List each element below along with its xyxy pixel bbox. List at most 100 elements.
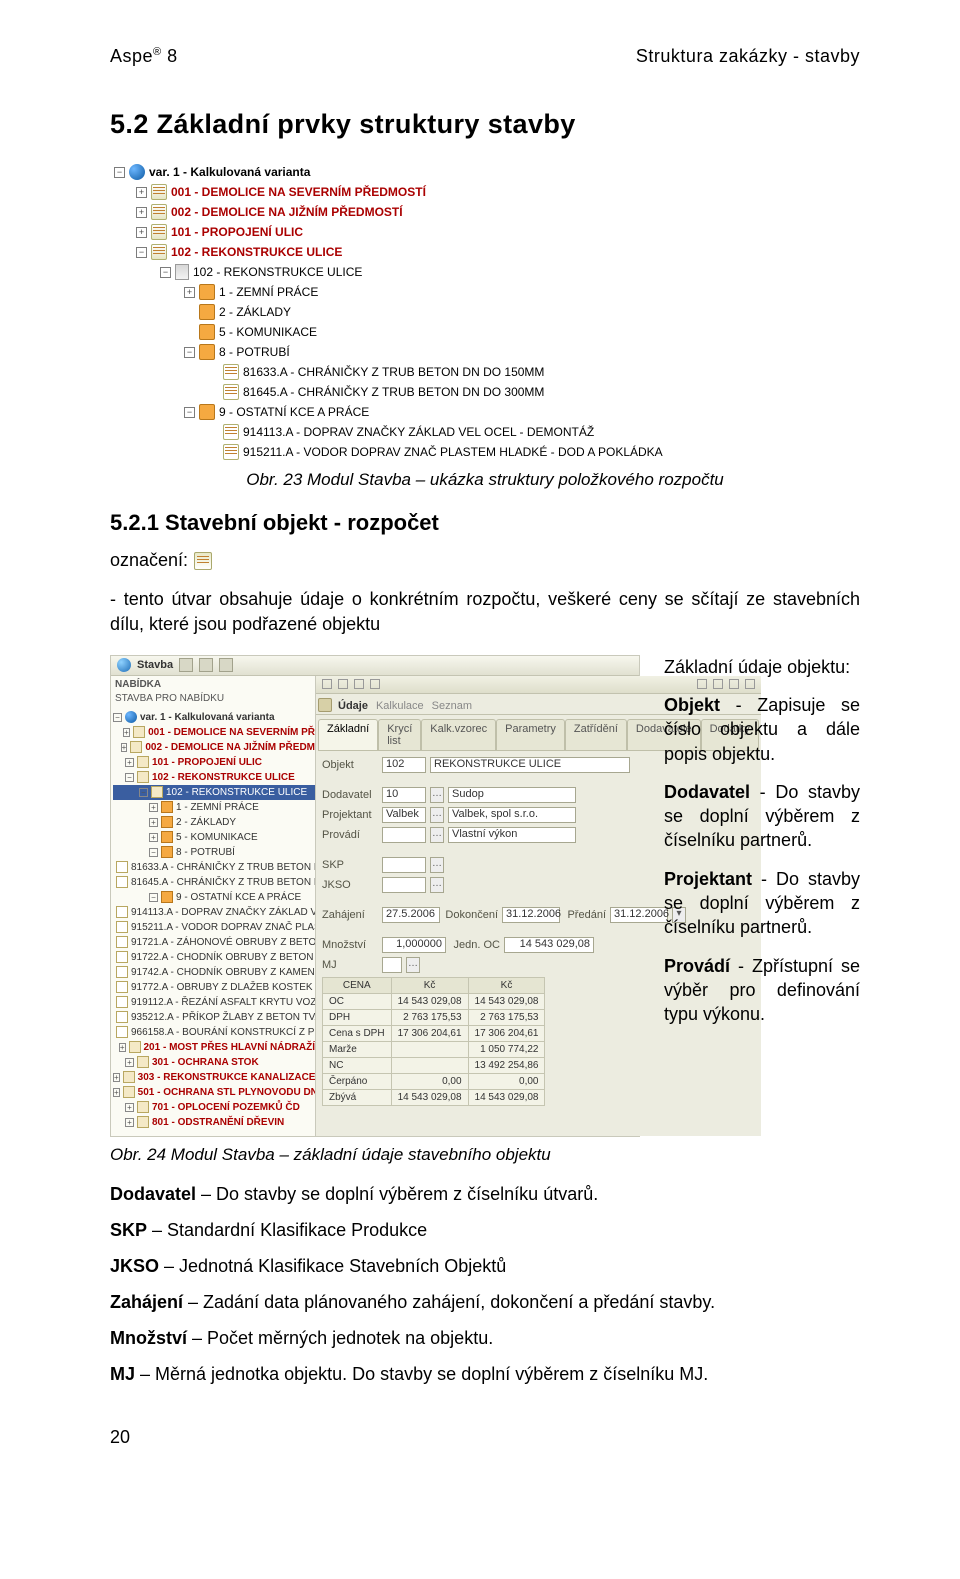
nav-tree-row[interactable]: 91772.A - OBRUBY Z DLAŽEB KOSTEK DR(	[113, 980, 315, 995]
mnozstvi-input[interactable]: 1,000000	[382, 937, 446, 953]
subtab[interactable]: Zatřídění	[565, 719, 627, 750]
expand-collapse-button[interactable]: +	[136, 227, 147, 238]
nav-first-icon[interactable]	[322, 679, 332, 689]
nav-tree-row[interactable]: 81633.A - CHRÁNIČKY Z TRUB BETON DN	[113, 860, 315, 875]
nav-last-icon[interactable]	[370, 679, 380, 689]
projektant-name-input[interactable]: Valbek, spol s.r.o.	[448, 807, 576, 823]
expand-collapse-button[interactable]: +	[125, 1118, 134, 1127]
tree-row[interactable]: 81633.A - CHRÁNIČKY Z TRUB BETON DN DO 1…	[114, 362, 860, 382]
nav-tree-row[interactable]: −102 - REKONSTRUKCE ULICE	[113, 785, 315, 800]
dodavatel-lookup-button[interactable]: …	[430, 787, 444, 803]
nav-tree-row[interactable]: −var. 1 - Kalkulovaná varianta	[113, 710, 315, 725]
nav-tree-row[interactable]: +101 - PROPOJENÍ ULIC	[113, 755, 315, 770]
tree-row[interactable]: +002 - DEMOLICE NA JIŽNÍM PŘEDMOSTÍ	[114, 202, 860, 222]
subtab[interactable]: Kalk.vzorec	[421, 719, 496, 750]
nav-tree-row[interactable]: +801 - ODSTRANĚNÍ DŘEVIN	[113, 1115, 315, 1130]
nav-tree-row[interactable]: 81645.A - CHRÁNIČKY Z TRUB BETON DN	[113, 875, 315, 890]
nav-prev-icon[interactable]	[338, 679, 348, 689]
nav-tree-row[interactable]: +501 - OCHRANA STL PLYNOVODU DN 200	[113, 1085, 315, 1100]
objekt-name-input[interactable]: REKONSTRUKCE ULICE	[430, 757, 630, 773]
expand-collapse-button[interactable]: +	[125, 1103, 134, 1112]
provadi-name-input[interactable]: Vlastní výkon	[448, 827, 576, 843]
provadi-lookup-button[interactable]: …	[430, 827, 444, 843]
predani-input[interactable]: 31.12.2006	[610, 907, 668, 923]
nav-tree-row[interactable]: −9 - OSTATNÍ KCE A PRÁCE	[113, 890, 315, 905]
expand-collapse-button[interactable]: +	[125, 758, 134, 767]
tree-row[interactable]: +1 - ZEMNÍ PRÁCE	[114, 282, 860, 302]
expand-collapse-button[interactable]: +	[149, 833, 158, 842]
jedn-oc-input[interactable]: 14 543 029,08	[504, 937, 594, 953]
expand-collapse-button[interactable]: −	[184, 407, 195, 418]
nav-tree-row[interactable]: 919112.A - ŘEZÁNÍ ASFALT KRYTU VOZOV	[113, 995, 315, 1010]
nav-tree-row[interactable]: 935212.A - PŘÍKOP ŽLABY Z BETON TVAR	[113, 1010, 315, 1025]
mj-input[interactable]	[382, 957, 402, 973]
subtab[interactable]: Krycí list	[378, 719, 421, 750]
expand-collapse-button[interactable]: +	[149, 803, 158, 812]
tab-kalkulace[interactable]: Kalkulace	[376, 700, 424, 712]
expand-collapse-button[interactable]: +	[113, 1088, 120, 1097]
jkso-lookup-button[interactable]: …	[430, 877, 444, 893]
nav-tree-row[interactable]: +201 - MOST PŘES HLAVNÍ NÁDRAŽÍ	[113, 1040, 315, 1055]
nav-tree-row[interactable]: 915211.A - VODOR DOPRAV ZNAČ PLASTE	[113, 920, 315, 935]
provadi-code-input[interactable]	[382, 827, 426, 843]
skp-lookup-button[interactable]: …	[430, 857, 444, 873]
expand-collapse-button[interactable]: −	[184, 347, 195, 358]
dodavatel-name-input[interactable]: Sudop	[448, 787, 576, 803]
nav-tree-row[interactable]: +002 - DEMOLICE NA JIŽNÍM PŘEDM	[113, 740, 315, 755]
tree-row[interactable]: 915211.A - VODOR DOPRAV ZNAČ PLASTEM HLA…	[114, 442, 860, 462]
tree-row[interactable]: 2 - ZÁKLADY	[114, 302, 860, 322]
nav-tree-row[interactable]: 966158.A - BOURÁNÍ KONSTRUKCÍ Z PROS	[113, 1025, 315, 1040]
dodavatel-code-input[interactable]: 10	[382, 787, 426, 803]
tree-row[interactable]: 5 - KOMUNIKACE	[114, 322, 860, 342]
tree-row[interactable]: −102 - REKONSTRUKCE ULICE	[114, 262, 860, 282]
expand-collapse-button[interactable]: −	[149, 848, 158, 857]
tree-row[interactable]: −8 - POTRUBÍ	[114, 342, 860, 362]
tab-udaje[interactable]: Údaje	[338, 700, 368, 712]
toolbar-btn[interactable]	[219, 658, 233, 672]
nav-tree-row[interactable]: 91721.A - ZÁHONOVÉ OBRUBY Z BETON O	[113, 935, 315, 950]
expand-collapse-button[interactable]: −	[136, 247, 147, 258]
expand-collapse-button[interactable]: −	[114, 167, 125, 178]
mj-lookup-button[interactable]: …	[406, 957, 420, 973]
nav-tree-row[interactable]: +2 - ZÁKLADY	[113, 815, 315, 830]
tree-row[interactable]: 81645.A - CHRÁNIČKY Z TRUB BETON DN DO 3…	[114, 382, 860, 402]
nav-tree-row[interactable]: −8 - POTRUBÍ	[113, 845, 315, 860]
expand-collapse-button[interactable]: −	[113, 713, 122, 722]
tree-row[interactable]: +101 - PROPOJENÍ ULIC	[114, 222, 860, 242]
expand-collapse-button[interactable]: +	[136, 207, 147, 218]
toolbar-btn[interactable]	[199, 658, 213, 672]
nav-tree[interactable]: −var. 1 - Kalkulovaná varianta+001 - DEM…	[111, 708, 315, 1136]
toolbar-btn[interactable]	[179, 658, 193, 672]
expand-collapse-button[interactable]: −	[139, 788, 148, 797]
expand-collapse-button[interactable]: +	[113, 1073, 120, 1082]
tree-row[interactable]: −9 - OSTATNÍ KCE A PRÁCE	[114, 402, 860, 422]
subtab[interactable]: Parametry	[496, 719, 565, 750]
nav-tree-row[interactable]: 91722.A - CHODNÍK OBRUBY Z BETON OBI	[113, 950, 315, 965]
expand-collapse-button[interactable]: +	[125, 1058, 134, 1067]
expand-collapse-button[interactable]: +	[184, 287, 195, 298]
expand-collapse-button[interactable]: +	[149, 818, 158, 827]
objekt-code-input[interactable]: 102	[382, 757, 426, 773]
zahajeni-input[interactable]: 27.5.2006	[382, 907, 440, 923]
subtab[interactable]: Základní	[318, 719, 378, 750]
nav-tree-row[interactable]: 914113.A - DOPRAV ZNAČKY ZÁKLAD VEL	[113, 905, 315, 920]
nav-tree-row[interactable]: +001 - DEMOLICE NA SEVERNÍM PŘ	[113, 725, 315, 740]
expand-collapse-button[interactable]: −	[125, 773, 134, 782]
nav-tree-row[interactable]: +5 - KOMUNIKACE	[113, 830, 315, 845]
tree-row[interactable]: 914113.A - DOPRAV ZNAČKY ZÁKLAD VEL OCEL…	[114, 422, 860, 442]
nav-tree-row[interactable]: 91742.A - CHODNÍK OBRUBY Z KAMEN OBI	[113, 965, 315, 980]
expand-collapse-button[interactable]: +	[121, 743, 128, 752]
tree-row[interactable]: −102 - REKONSTRUKCE ULICE	[114, 242, 860, 262]
projektant-code-input[interactable]: Valbek	[382, 807, 426, 823]
nav-tree-row[interactable]: +701 - OPLOCENÍ POZEMKŮ ČD	[113, 1100, 315, 1115]
expand-collapse-button[interactable]: −	[149, 893, 158, 902]
expand-collapse-button[interactable]: +	[136, 187, 147, 198]
nav-tree-row[interactable]: +1 - ZEMNÍ PRÁCE	[113, 800, 315, 815]
expand-collapse-button[interactable]: +	[123, 728, 131, 737]
nav-tree-row[interactable]: +301 - OCHRANA STOK	[113, 1055, 315, 1070]
projektant-lookup-button[interactable]: …	[430, 807, 444, 823]
nav-next-icon[interactable]	[354, 679, 364, 689]
nav-tree-row[interactable]: +303 - REKONSTRUKCE KANALIZACE	[113, 1070, 315, 1085]
dokonceni-input[interactable]: 31.12.2006	[502, 907, 560, 923]
nav-tree-row[interactable]: −102 - REKONSTRUKCE ULICE	[113, 770, 315, 785]
